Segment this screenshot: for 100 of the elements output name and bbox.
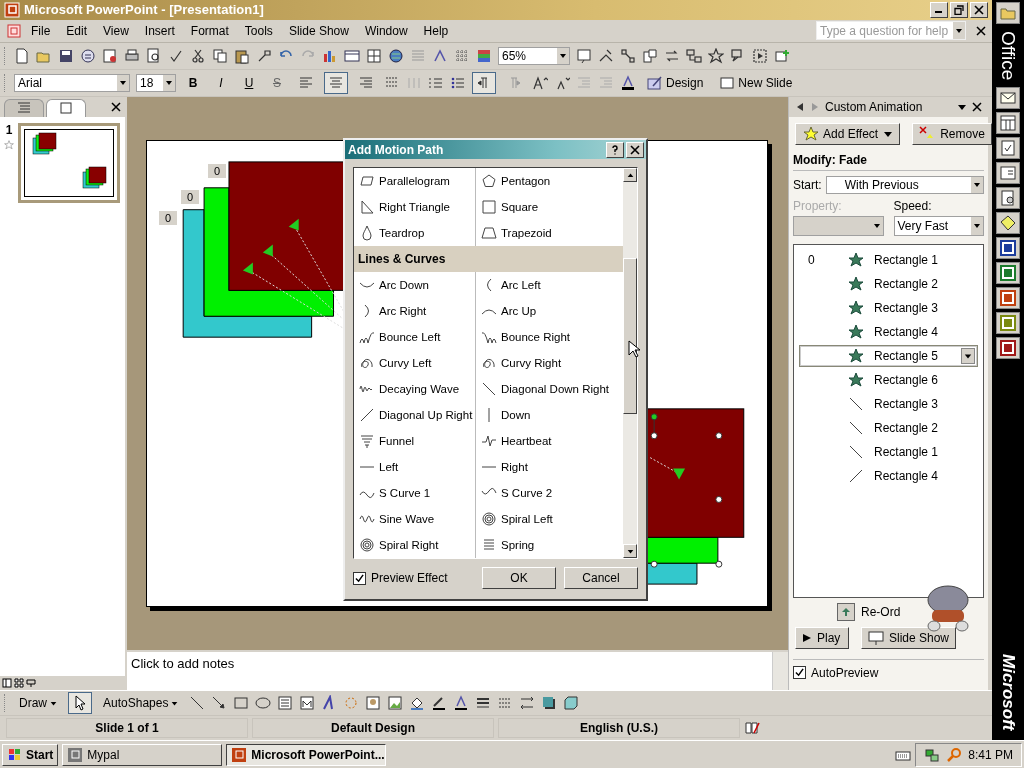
document-icon[interactable] bbox=[6, 22, 22, 39]
motion-path-option[interactable]: Pentagon bbox=[476, 168, 623, 194]
star-icon[interactable] bbox=[708, 47, 724, 64]
flowchart-icon[interactable] bbox=[686, 47, 702, 64]
rectangle-icon[interactable] bbox=[233, 695, 250, 712]
ok-button[interactable]: OK bbox=[482, 567, 556, 589]
font-size-dropdown[interactable]: 18 bbox=[136, 73, 176, 92]
3d-icon[interactable] bbox=[563, 695, 580, 712]
journal-icon[interactable] bbox=[996, 187, 1020, 210]
oval-icon[interactable] bbox=[255, 695, 272, 712]
menu-item[interactable]: Help bbox=[416, 21, 456, 40]
color-icon[interactable] bbox=[476, 47, 492, 64]
font-dropdown[interactable]: Arial bbox=[14, 73, 130, 92]
animation-icon[interactable] bbox=[598, 47, 614, 64]
email-icon[interactable] bbox=[80, 47, 96, 64]
note-icon[interactable] bbox=[996, 212, 1020, 235]
motion-path-option[interactable]: Spiral Right bbox=[354, 532, 476, 558]
close-button[interactable] bbox=[970, 1, 988, 18]
motion-path-option[interactable]: Spring bbox=[476, 532, 623, 558]
new-slide-button[interactable]: New Slide bbox=[714, 71, 798, 94]
app-shortcut-icon[interactable] bbox=[996, 287, 1020, 310]
paste-icon[interactable] bbox=[234, 47, 250, 64]
close-icon[interactable] bbox=[972, 101, 982, 112]
motion-path-option[interactable]: Square bbox=[476, 194, 623, 220]
envelope-icon[interactable] bbox=[996, 87, 1020, 110]
motion-path-option[interactable]: Bounce Right bbox=[476, 324, 623, 350]
effect-item[interactable]: Rectangle 2 bbox=[799, 416, 978, 439]
taskbar-button[interactable]: Microsoft PowerPoint... bbox=[226, 743, 387, 766]
app-icon[interactable] bbox=[4, 1, 20, 18]
motion-path-option[interactable]: Arc Up bbox=[476, 298, 623, 324]
permission-icon[interactable] bbox=[102, 47, 118, 64]
slideshow-view-icon[interactable] bbox=[26, 678, 36, 689]
menu-item[interactable]: Edit bbox=[59, 21, 95, 40]
menu-item[interactable]: Tools bbox=[237, 21, 280, 40]
motion-path-option[interactable]: Trapezoid bbox=[476, 220, 623, 246]
picture-icon[interactable] bbox=[387, 695, 404, 712]
motion-path-option[interactable]: Right Triangle bbox=[354, 194, 476, 220]
tables-borders-icon[interactable] bbox=[366, 47, 382, 64]
clipboard-icon[interactable] bbox=[996, 137, 1020, 160]
motion-path-option[interactable]: Heartbeat bbox=[476, 428, 623, 454]
effect-item[interactable]: Rectangle 4 bbox=[799, 464, 978, 487]
design-button[interactable]: Design bbox=[642, 71, 709, 94]
scrollbar[interactable] bbox=[623, 168, 637, 558]
motion-path-option[interactable]: Decaying Wave bbox=[354, 376, 476, 402]
clip-art-icon[interactable] bbox=[365, 695, 382, 712]
slide-thumbnail[interactable] bbox=[18, 122, 120, 203]
motion-path-option[interactable]: Bounce Left bbox=[354, 324, 476, 350]
font-color-icon[interactable] bbox=[620, 74, 636, 91]
text-style-button[interactable]: S bbox=[266, 71, 288, 94]
text-box-icon[interactable] bbox=[277, 695, 294, 712]
motion-path-option[interactable]: Diagonal Up Right bbox=[354, 402, 476, 428]
menu-item[interactable]: Insert bbox=[137, 21, 182, 40]
autoshapes-menu-button[interactable]: AutoShapes bbox=[98, 692, 184, 715]
start-button[interactable]: Start bbox=[2, 743, 59, 766]
autopreview-checkbox[interactable] bbox=[793, 666, 806, 680]
close-icon[interactable] bbox=[111, 101, 121, 112]
draw-menu-button[interactable]: Draw bbox=[14, 692, 62, 715]
text-direction-button[interactable] bbox=[472, 71, 496, 94]
effect-item[interactable]: Rectangle 6 bbox=[799, 368, 978, 391]
line-color-icon[interactable] bbox=[431, 695, 448, 712]
shadow-icon[interactable] bbox=[541, 695, 558, 712]
text-style-button[interactable]: B bbox=[182, 71, 204, 94]
help-search-field[interactable]: Type a question for help bbox=[816, 21, 966, 41]
print-icon[interactable] bbox=[124, 47, 140, 64]
move-up-button[interactable] bbox=[837, 602, 855, 621]
motion-path-option[interactable]: Curvy Left bbox=[354, 350, 476, 376]
effect-item[interactable]: Rectangle 4 bbox=[799, 320, 978, 343]
motion-path-option[interactable]: Arc Right bbox=[354, 298, 476, 324]
motion-path-option[interactable]: Diagonal Down Right bbox=[476, 376, 623, 402]
notes-pane[interactable]: Click to add notes bbox=[127, 650, 788, 691]
scroll-down-button[interactable] bbox=[623, 544, 637, 558]
remove-button[interactable]: Remove bbox=[912, 122, 992, 145]
motion-path-option[interactable]: Parallelogram bbox=[354, 168, 476, 194]
grid-icon[interactable] bbox=[454, 47, 470, 64]
minimize-button[interactable] bbox=[930, 1, 948, 18]
sorter-view-icon[interactable] bbox=[14, 678, 24, 689]
effect-item[interactable]: Rectangle 5 bbox=[799, 344, 978, 367]
animation-order-tag[interactable]: 0 bbox=[208, 163, 226, 178]
new-document-icon[interactable] bbox=[14, 47, 30, 64]
arrow-style-icon[interactable] bbox=[519, 695, 536, 712]
menu-item[interactable]: Slide Show bbox=[281, 21, 356, 40]
motion-path-option[interactable]: Spiral Left bbox=[476, 506, 623, 532]
menu-item[interactable]: File bbox=[24, 21, 58, 40]
help-button[interactable] bbox=[606, 141, 624, 158]
cancel-button[interactable]: Cancel bbox=[564, 567, 638, 589]
play-button[interactable]: Play bbox=[795, 626, 849, 649]
back-arrow-icon[interactable] bbox=[795, 101, 805, 112]
grow-font-icon[interactable] bbox=[532, 74, 548, 91]
app-shortcut-icon[interactable] bbox=[996, 262, 1020, 285]
selection-frame[interactable] bbox=[650, 413, 723, 568]
new-slide-icon[interactable] bbox=[774, 47, 790, 64]
motion-path-option[interactable]: S Curve 1 bbox=[354, 480, 476, 506]
scroll-up-button[interactable] bbox=[623, 168, 637, 182]
wordart-icon[interactable] bbox=[299, 695, 316, 712]
zoom-dropdown[interactable]: 65% bbox=[498, 46, 570, 65]
speed-dropdown[interactable]: Very Fast bbox=[893, 215, 984, 236]
text-style-button[interactable]: U bbox=[238, 71, 260, 94]
save-icon[interactable] bbox=[58, 47, 74, 64]
close-button[interactable] bbox=[626, 141, 644, 158]
dropdown-button[interactable] bbox=[961, 347, 975, 364]
